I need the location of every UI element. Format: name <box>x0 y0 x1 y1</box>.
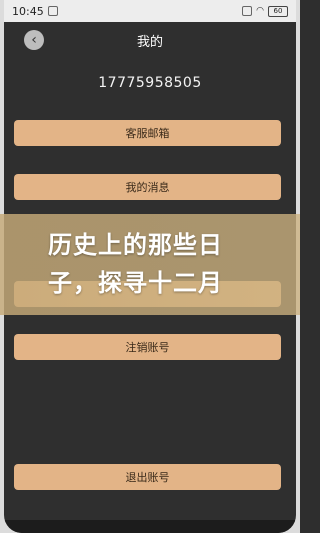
overlay-title: 历史上的那些日 子，探寻十二月 <box>48 226 288 302</box>
wifi-icon: ◠ <box>256 6 264 16</box>
customer-service-label: 客服邮箱 <box>125 127 170 140</box>
account-phone: 17775958505 <box>98 75 202 91</box>
status-bar: 10:45 ◠ 60 <box>4 0 296 22</box>
status-left: 10:45 <box>12 5 58 18</box>
my-messages-button[interactable]: 我的消息 <box>14 174 281 200</box>
nav-bar: ‹ 我的 <box>4 22 296 58</box>
chevron-left-icon: ‹ <box>31 32 37 48</box>
status-right: ◠ 60 <box>242 5 288 17</box>
page-title: 我的 <box>136 34 163 50</box>
signal-icon <box>242 6 253 16</box>
battery-icon: 60 <box>268 5 288 17</box>
notification-icon <box>47 6 58 16</box>
bottom-bar <box>4 520 296 533</box>
customer-service-button[interactable]: 客服邮箱 <box>14 120 281 146</box>
back-button[interactable]: ‹ <box>24 30 44 50</box>
cancel-account-label: 注销账号 <box>125 341 170 354</box>
title-overlay-banner: 历史上的那些日 子，探寻十二月 <box>0 214 300 315</box>
my-messages-label: 我的消息 <box>125 181 170 194</box>
logout-button[interactable]: 退出账号 <box>14 464 281 490</box>
cancel-account-button[interactable]: 注销账号 <box>14 334 281 360</box>
overlay-title-line1: 历史上的那些日 <box>48 231 223 259</box>
status-time: 10:45 <box>12 4 44 18</box>
battery-level: 60 <box>273 7 283 15</box>
overlay-title-line2: 子，探寻十二月 <box>48 269 223 297</box>
logout-label: 退出账号 <box>125 471 170 484</box>
